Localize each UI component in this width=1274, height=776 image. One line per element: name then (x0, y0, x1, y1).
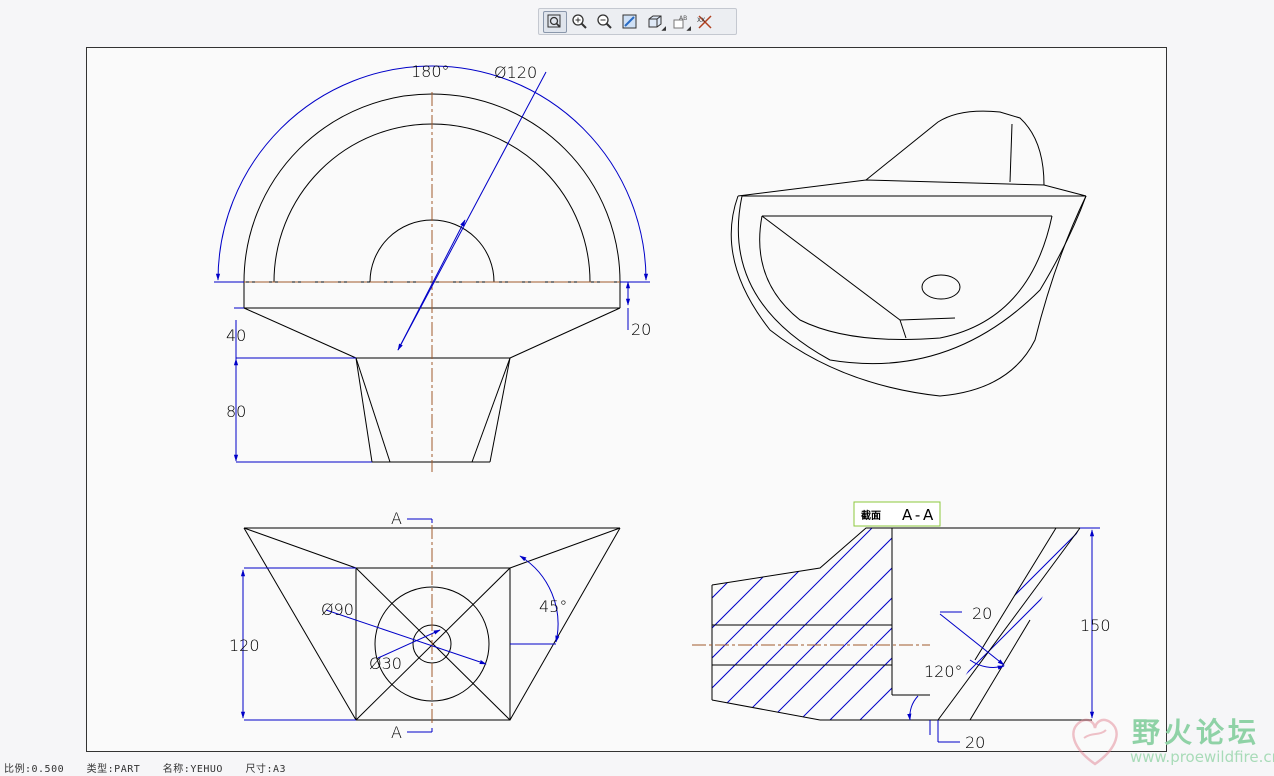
section-label-box[interactable]: 截面 A-A (853, 501, 941, 527)
forum-watermark: 野火论坛 www.proewildfire.cn (1062, 708, 1274, 772)
top-view-centerlines (232, 92, 632, 472)
dim-150[interactable]: 150 (1080, 616, 1111, 635)
dim-120[interactable]: 120 (229, 636, 260, 655)
status-bar: 比例:0.500 类型:PART 名称:YEHUO 尺寸:A3 (4, 760, 302, 775)
status-type: 类型:PART (86, 764, 141, 775)
dim-180-deg[interactable]: 180° (411, 62, 450, 81)
section-label-name: A-A (902, 506, 936, 524)
dim-diameter-90[interactable]: Ø90 (321, 600, 354, 619)
watermark-title: 野火论坛 (1132, 716, 1261, 749)
dim-40[interactable]: 40 (226, 326, 246, 345)
section-marker-top[interactable]: A (391, 509, 402, 528)
top-view-dim-text: 180° Ø120 40 20 80 (226, 62, 651, 421)
dim-diameter-30[interactable]: Ø30 (369, 654, 402, 673)
front-view-dimensions (240, 518, 560, 733)
watermark-url: www.proewildfire.cn (1130, 748, 1274, 766)
heart-logo-icon (1072, 718, 1118, 766)
status-name: 名称:YEHUO (162, 764, 223, 775)
dim-20-top[interactable]: 20 (631, 320, 651, 339)
section-label-prefix: 截面 (861, 509, 881, 522)
front-view-dim-text: A A 120 Ø90 Ø30 45° (229, 509, 567, 742)
status-size: 尺寸:A3 (245, 764, 287, 775)
dim-diameter-120[interactable]: Ø120 (494, 63, 537, 82)
isometric-view (730, 110, 1087, 397)
dim-20-bottom[interactable]: 20 (965, 733, 985, 752)
dim-120-deg[interactable]: 120° (924, 662, 963, 681)
dim-45-deg[interactable]: 45° (539, 597, 567, 616)
status-scale: 比例:0.500 (4, 764, 65, 775)
dim-20-mid[interactable]: 20 (972, 604, 992, 623)
section-marker-bottom[interactable]: A (391, 723, 402, 742)
dim-80[interactable]: 80 (226, 402, 246, 421)
drawing-canvas: 180° Ø120 40 20 80 A A 120 Ø90 Ø30 45° 截… (214, 62, 1111, 752)
